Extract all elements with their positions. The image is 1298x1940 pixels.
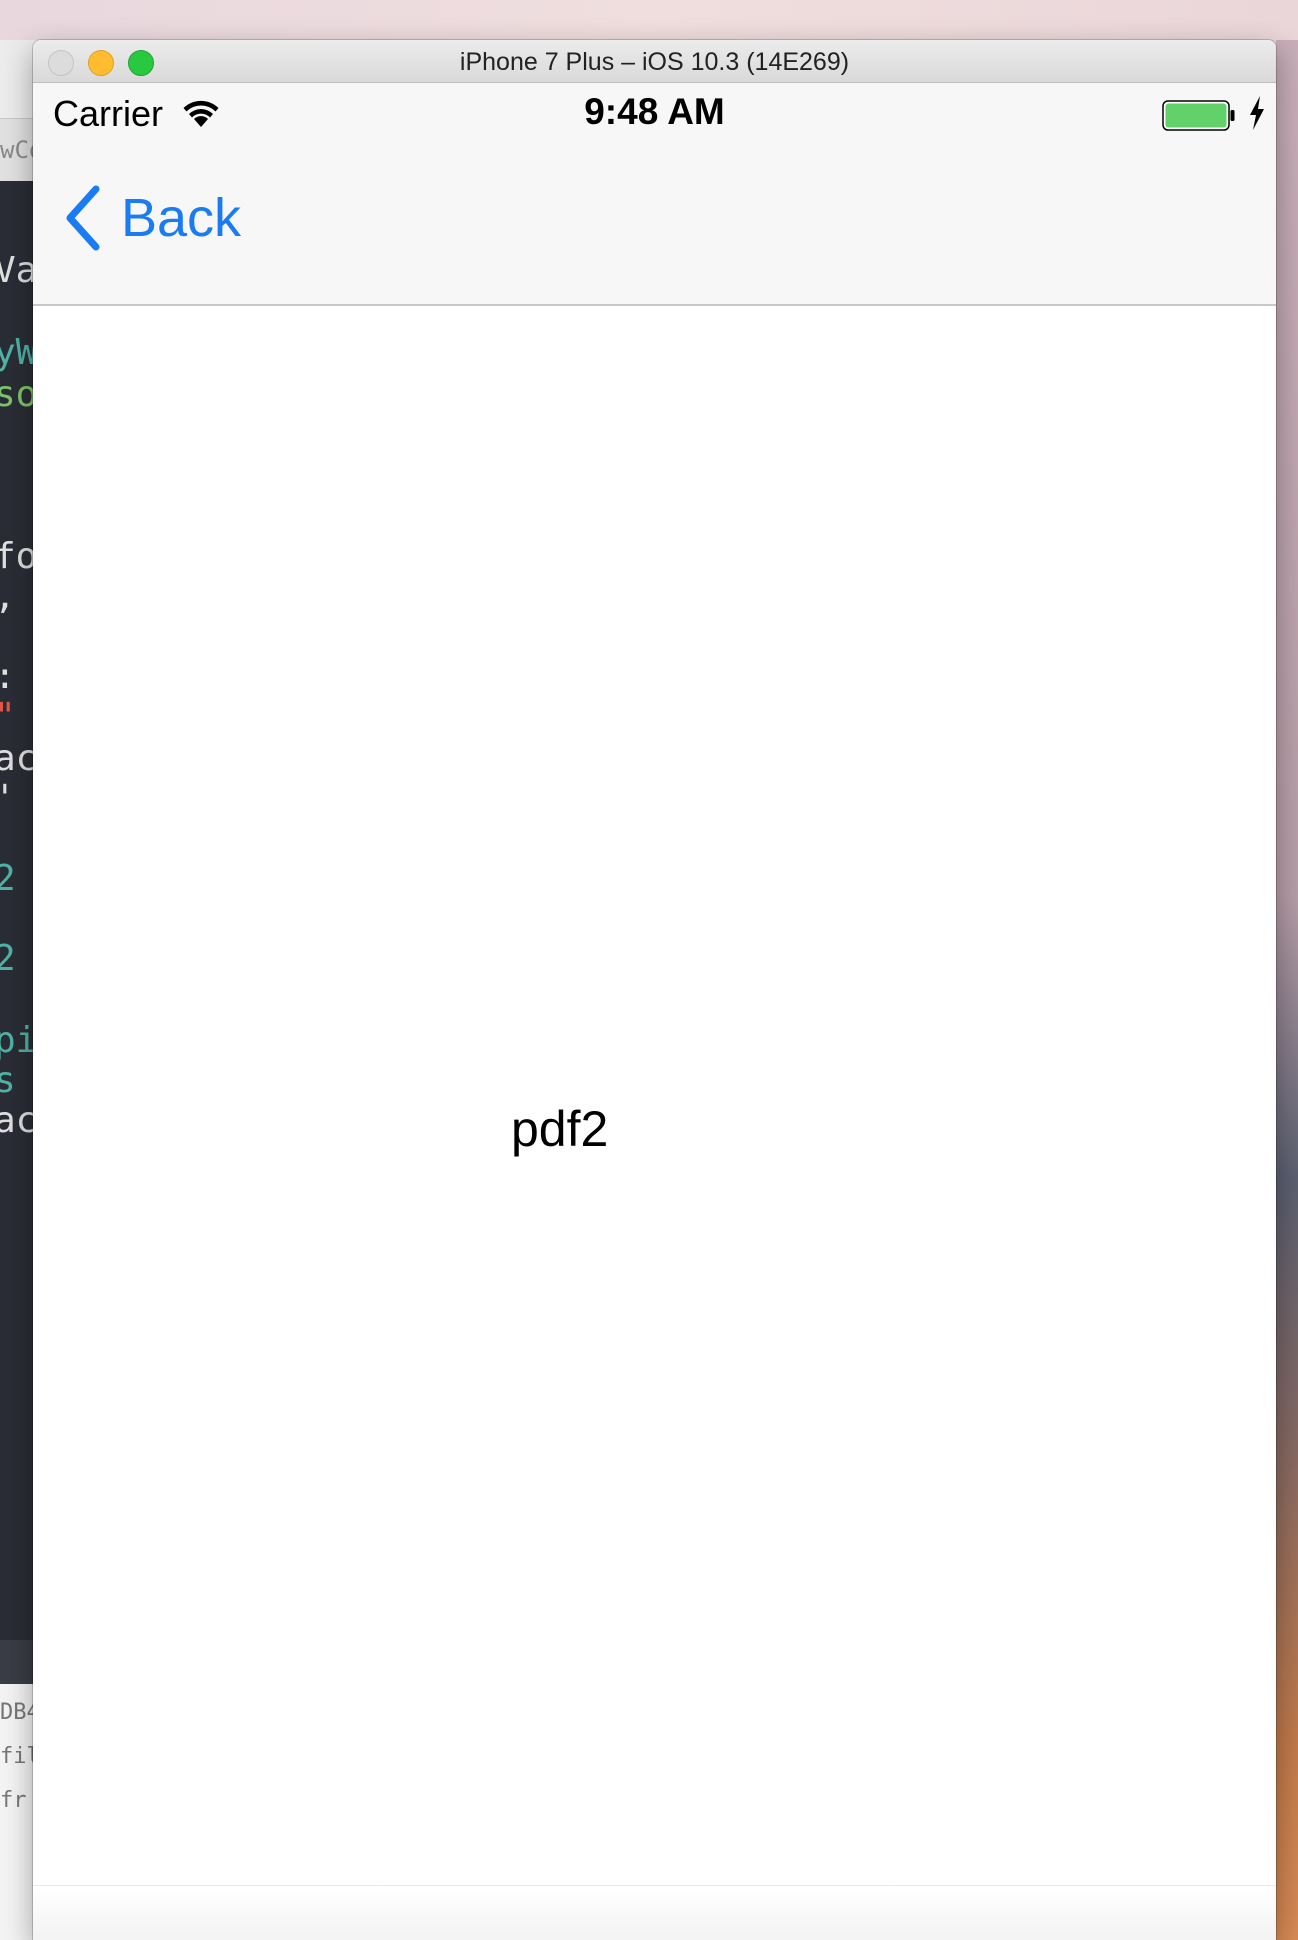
code-fragment: s — [0, 1060, 16, 1101]
simulator-window: iPhone 7 Plus – iOS 10.3 (14E269) Carrie… — [33, 40, 1276, 1940]
bottom-edge — [33, 1885, 1276, 1940]
code-fragment: ' — [0, 778, 16, 819]
desktop-background-top — [0, 0, 1298, 40]
code-fragment: yW — [0, 332, 38, 373]
chevron-left-icon — [66, 185, 100, 251]
desktop-wallpaper — [1276, 40, 1298, 1940]
ios-screen: Carrier 9:48 AM Back pdf2 — [33, 83, 1276, 1940]
navigation-bar: Back — [33, 153, 1276, 306]
pdf-title-label: pdf2 — [511, 1101, 609, 1157]
back-button-label: Back — [121, 188, 242, 248]
back-button[interactable]: Back — [63, 178, 241, 258]
console-fragment: fr — [0, 1788, 27, 1813]
status-bar: Carrier 9:48 AM — [33, 83, 1276, 153]
code-fragment: 2 — [0, 938, 16, 979]
code-fragment: ac — [0, 1100, 38, 1141]
content-view: pdf2 — [33, 306, 1276, 1940]
battery-icon — [1162, 100, 1235, 131]
code-fragment: : — [0, 656, 16, 697]
window-titlebar[interactable]: iPhone 7 Plus – iOS 10.3 (14E269) — [33, 40, 1276, 83]
window-title: iPhone 7 Plus – iOS 10.3 (14E269) — [459, 48, 850, 76]
status-time: 9:48 AM — [584, 91, 725, 132]
charging-bolt-icon — [1250, 96, 1264, 130]
code-fragment: ac — [0, 738, 38, 779]
